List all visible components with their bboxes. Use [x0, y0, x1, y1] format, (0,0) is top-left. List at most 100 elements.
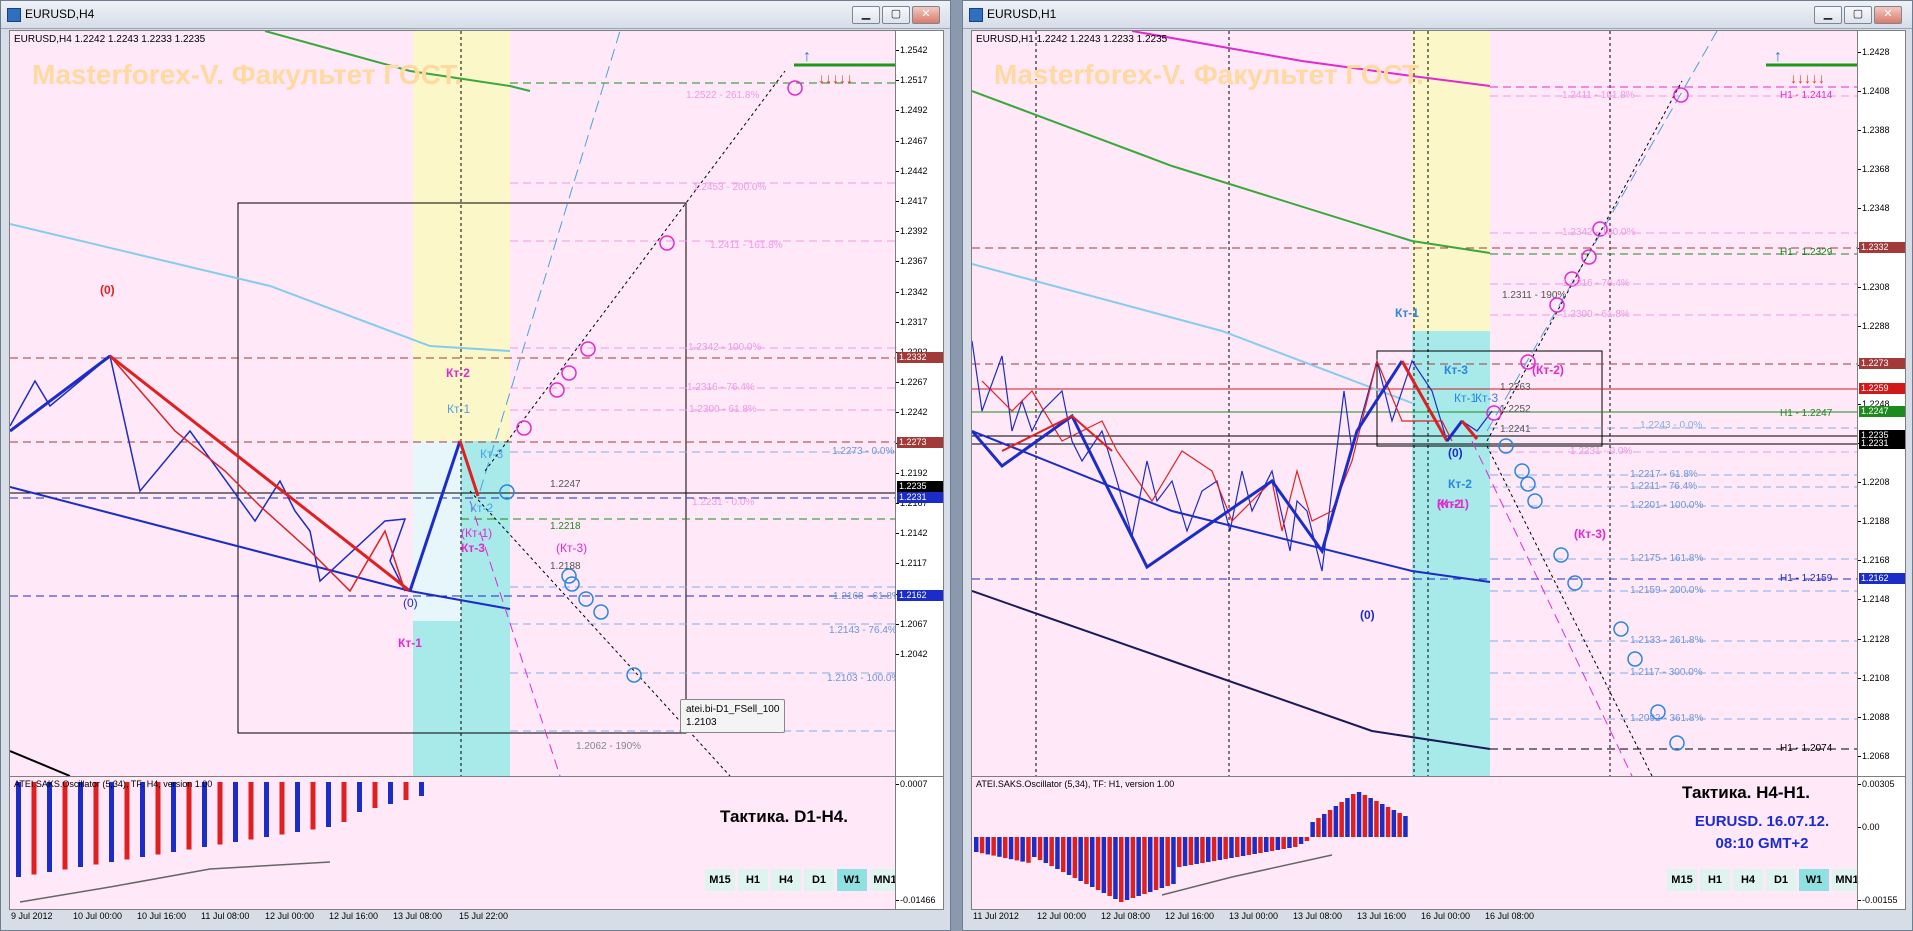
oscillator-bar	[1403, 816, 1408, 837]
minimize-button[interactable]: ▁	[852, 6, 880, 24]
oscillator-bar	[1374, 801, 1379, 837]
left-window-titlebar[interactable]: EURUSD,H4 ▁ ▢ ✕	[1, 1, 950, 29]
right-symbol-line: EURUSD,H1 1.2242 1.2243 1.2233 1.2235	[976, 34, 1168, 45]
price-tick: 1.2108	[1858, 672, 1890, 683]
osc-scale-top: 0.0007	[896, 779, 928, 789]
oscillator-bar	[1385, 807, 1391, 837]
left-price-chart[interactable]: ↑ ↓↓↓↓↓ EURUSD,H4 1.2242 1.2243 1.2233 1…	[9, 30, 944, 777]
left-osc-label: ATEI.SAKS.Oscillator (5,34), TF: H4, ver…	[14, 779, 213, 789]
fib-label: 1.2411 - 161.8%	[710, 240, 783, 251]
time-label: 16 Jul 00:00	[1421, 911, 1471, 921]
price-tick: 1.2348	[1858, 203, 1890, 214]
wave-label: Кт-1	[1454, 391, 1478, 405]
fib-label: 1.2243 - 0.0%	[1640, 420, 1703, 431]
oscillator-bar	[1090, 837, 1095, 887]
price-tag: 1.2273	[1859, 358, 1905, 369]
oscillator-bar	[171, 782, 176, 852]
oscillator-bar	[997, 837, 1002, 857]
oscillator-bar	[109, 782, 114, 862]
oscillator-bar	[31, 782, 37, 875]
oscillator-bar	[202, 782, 207, 847]
oscillator-bar	[1235, 837, 1240, 857]
right-window-title: EURUSD,H1	[987, 7, 1057, 21]
close-button[interactable]: ✕	[1874, 6, 1902, 24]
oscillator-bar	[233, 782, 238, 842]
price-tick: 1.2088	[1858, 711, 1890, 722]
timeframe-button-m15[interactable]: M15	[1667, 869, 1697, 891]
timeframe-button-w1[interactable]: W1	[1799, 869, 1829, 891]
oscillator-bar	[16, 782, 21, 877]
h1-level-label: H1 - 1.2074	[1780, 743, 1833, 754]
fib-label: 1.2231 - 0.0%	[692, 497, 755, 508]
oscillator-bar	[1281, 837, 1286, 849]
right-window-titlebar[interactable]: EURUSD,H1 ▁ ▢ ✕	[963, 1, 1912, 29]
right-chart-window[interactable]: EURUSD,H1 ▁ ▢ ✕ ↑ ↓↓↓↓↓ EURUSD,H1 1.2242…	[962, 0, 1913, 931]
oscillator-bar	[979, 837, 985, 854]
timeframe-button-d1[interactable]: D1	[804, 869, 834, 891]
oscillator-bar	[47, 782, 52, 872]
fib-label: 1.2143 - 76.4%	[829, 625, 897, 636]
timeframe-button-d1[interactable]: D1	[1766, 869, 1796, 891]
fib-label: 1.2300 - 61.8%	[689, 404, 757, 415]
wave-label: (Кт-3)	[556, 541, 588, 555]
oscillator-bar	[1130, 837, 1136, 898]
oscillator-bar	[1124, 837, 1130, 900]
time-label: 12 Jul 00:00	[265, 911, 315, 921]
minimize-button[interactable]: ▁	[1814, 6, 1842, 24]
timeframe-button-h1[interactable]: H1	[738, 869, 768, 891]
wave-label: Кт-2	[1448, 477, 1472, 491]
price-tick: 1.2367	[896, 256, 928, 267]
price-tick: 1.2288	[1858, 320, 1890, 331]
wave-label: Кт-2	[446, 366, 470, 380]
oscillator-bar	[372, 782, 378, 808]
timeframe-button-h4[interactable]: H4	[771, 869, 801, 891]
oscillator-bar	[1159, 837, 1165, 888]
fib-label: 1.2316 - 76.4%	[1562, 278, 1630, 289]
price-tick: 1.2388	[1858, 125, 1890, 136]
left-oscillator-panel[interactable]: ATEI.SAKS.Oscillator (5,34), TF: H4, ver…	[9, 776, 944, 910]
left-price-scale[interactable]: 1.2542 1.2517 1.2492 1.2467 1.2442 1.2417 1.23…	[895, 31, 943, 776]
timeframe-button-h1[interactable]: H1	[1700, 869, 1730, 891]
oscillator-bar	[1148, 837, 1153, 892]
left-tactic-title: Тактика. D1-H4.	[720, 807, 848, 826]
maximize-button[interactable]: ▢	[882, 6, 910, 24]
time-label: 13 Jul 08:00	[1293, 911, 1343, 921]
osc-scale-bottom: -0.01466	[896, 895, 936, 905]
svg-text:↓↓↓↓↓: ↓↓↓↓↓	[818, 70, 853, 86]
oscillator-bar	[1333, 806, 1339, 837]
close-button[interactable]: ✕	[912, 6, 940, 24]
oscillator-bar	[1113, 837, 1118, 899]
oscillator-bar	[1078, 837, 1083, 881]
fib-label: 1.2342 - 100.0%	[1562, 227, 1636, 238]
oscillator-bar	[1391, 810, 1397, 837]
timeframe-button-w1[interactable]: W1	[837, 869, 867, 891]
time-label: 10 Jul 16:00	[137, 911, 187, 921]
left-chart-window[interactable]: EURUSD,H4 ▁ ▢ ✕ ↑ ↓↓↓↓↓ EURUSD,H4 1.2242…	[0, 0, 951, 931]
fib-label: 1.2211 - 76.4%	[1630, 481, 1698, 492]
maximize-button[interactable]: ▢	[1844, 6, 1872, 24]
oscillator-bar	[403, 782, 409, 800]
level-label: 1.2218	[550, 521, 581, 532]
timeframe-button-m15[interactable]: M15	[705, 869, 735, 891]
price-tick: 1.2308	[1858, 281, 1890, 292]
oscillator-bar	[1200, 837, 1205, 863]
right-price-scale[interactable]: 1.24281.24081.23881.23681.23481.23281.23…	[1857, 31, 1905, 776]
time-label: 12 Jul 08:00	[1101, 911, 1151, 921]
fib-label: 1.2175 - 161.8%	[1630, 553, 1704, 564]
timeframe-button-h4[interactable]: H4	[1733, 869, 1763, 891]
fib-label: 1.2133 - 261.8%	[1630, 635, 1704, 646]
price-tag: 1.2259	[1859, 383, 1905, 394]
fib-label: 1.2217 - 61.8%	[1630, 469, 1698, 480]
oscillator-bar	[1101, 837, 1107, 893]
oscillator-bar	[1171, 837, 1176, 884]
oscillator-bar	[1026, 837, 1031, 863]
right-price-chart[interactable]: ↑ ↓↓↓↓↓ EURUSD,H1 1.2242 1.2243 1.2233 1…	[971, 30, 1906, 777]
wave-label: (Кт-1)	[1437, 497, 1469, 511]
oscillator-bar	[1304, 837, 1310, 841]
oscillator-bar	[1275, 837, 1281, 850]
oscillator-bar	[93, 782, 99, 865]
oscillator-bar	[1229, 837, 1234, 858]
right-oscillator-panel[interactable]: ATEI.SAKS.Oscillator (5,34), TF: H1, ver…	[971, 776, 1906, 910]
fib-label: 1.2092 - 361.8%	[1630, 713, 1704, 724]
time-label: 13 Jul 08:00	[393, 911, 443, 921]
